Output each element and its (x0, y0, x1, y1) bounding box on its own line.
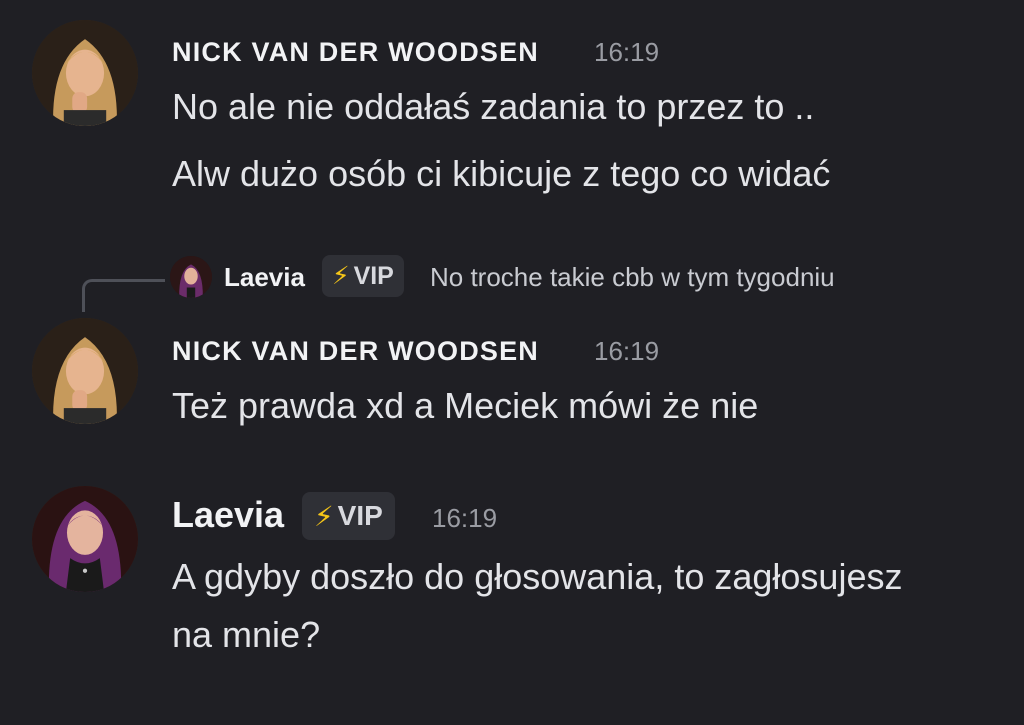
avatar-nick[interactable] (32, 20, 138, 126)
message-timestamp: 16:19 (594, 336, 660, 366)
reply-author[interactable]: Laevia (224, 262, 305, 293)
avatar-nick[interactable] (32, 318, 138, 424)
lightning-icon: ⚡ (314, 500, 334, 532)
message-text: A gdyby doszło do głosowania, to zagłosu… (172, 556, 903, 597)
chat-window: NICK VAN DER WOODSEN 16:19 No ale nie od… (0, 0, 1024, 725)
reply-avatar-laevia[interactable] (170, 256, 212, 298)
message-text: Też prawda xd a Meciek mówi że nie (172, 385, 759, 426)
vip-badge: ⚡ VIP (322, 255, 404, 297)
avatar-laevia[interactable] (32, 486, 138, 592)
message-author[interactable]: Laevia (172, 494, 284, 536)
badge-label: VIP (337, 500, 383, 531)
lightning-icon: ⚡ (332, 262, 350, 290)
message-author[interactable]: NICK VAN DER WOODSEN (172, 336, 539, 367)
message-text: No ale nie oddałaś zadania to przez to .… (172, 86, 815, 127)
message-text: Alw dużo osób ci kibicuje z tego co wida… (172, 153, 831, 194)
message-text: na mnie? (172, 614, 321, 655)
reply-preview-text[interactable]: No troche takie cbb w tym tygodniu (430, 262, 835, 293)
reply-connector (82, 279, 165, 312)
message-author[interactable]: NICK VAN DER WOODSEN (172, 37, 539, 68)
badge-label: VIP (353, 261, 394, 290)
message-timestamp: 16:19 (432, 503, 498, 533)
message-timestamp: 16:19 (594, 37, 660, 67)
vip-badge: ⚡ VIP (302, 492, 395, 540)
